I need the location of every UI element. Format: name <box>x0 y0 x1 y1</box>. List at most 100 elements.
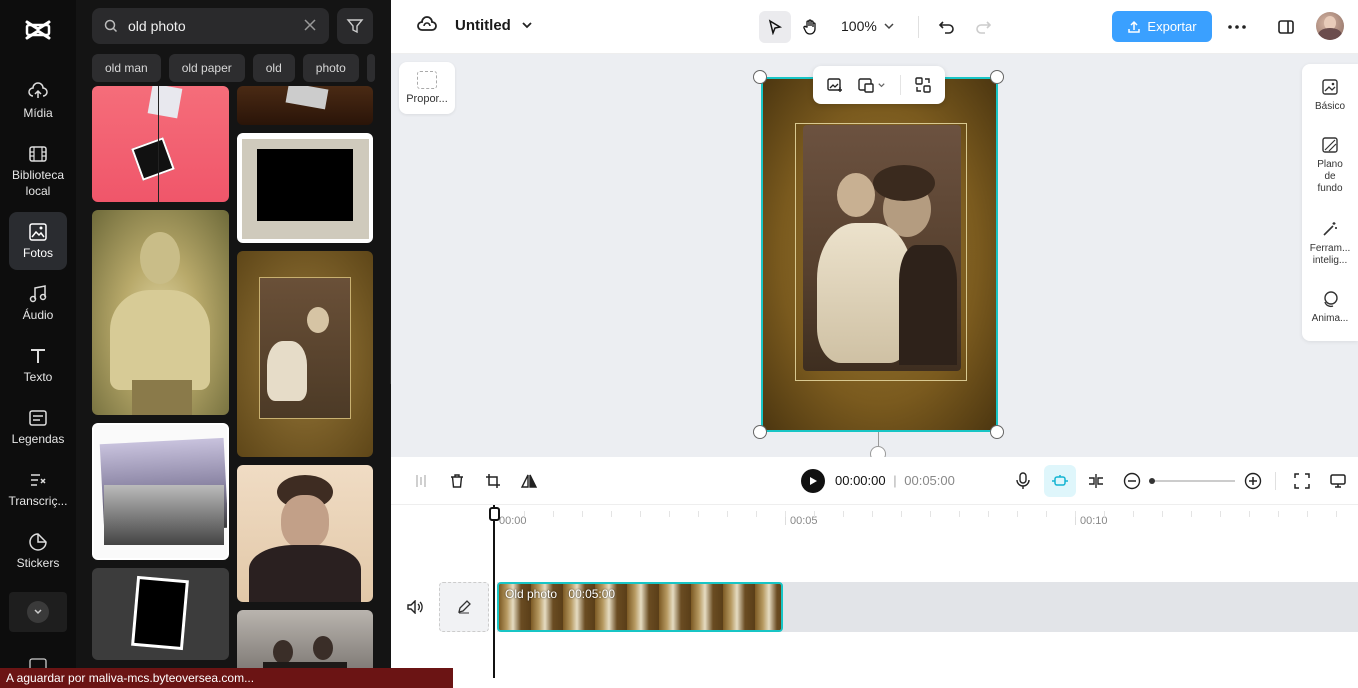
rail-item-audio[interactable]: Áudio <box>9 284 67 326</box>
auto-snap-toggle[interactable] <box>1044 465 1076 497</box>
timeline-clip-old-photo[interactable]: Old photo 00:05:00 <box>497 582 783 632</box>
panel-item-animation[interactable]: Anima... <box>1302 290 1358 325</box>
flip-icon <box>520 474 538 488</box>
photo-thumb-pink-polaroids[interactable] <box>92 86 229 202</box>
flip-button[interactable] <box>519 471 539 491</box>
record-voice-button[interactable] <box>1013 471 1033 491</box>
monitor-icon <box>1330 474 1346 488</box>
crop-dropdown[interactable] <box>857 76 886 94</box>
replace-image-icon[interactable] <box>826 76 844 94</box>
chevron-down-icon <box>884 23 894 30</box>
project-menu[interactable]: Untitled <box>417 16 533 34</box>
close-icon[interactable] <box>303 18 317 32</box>
timeline-zoom-slider[interactable] <box>1149 478 1235 484</box>
photo-thumb-man-portrait[interactable] <box>92 210 229 415</box>
search-input[interactable] <box>128 18 288 34</box>
panel-item-label: Básico <box>1314 101 1345 112</box>
transform-icon[interactable] <box>914 76 932 94</box>
search-icon <box>104 19 118 33</box>
photo-thumb-wood-photos[interactable] <box>237 86 373 125</box>
ruler-minor-ticks <box>495 511 1358 517</box>
rail-expand-button[interactable] <box>9 592 67 632</box>
split-icon <box>416 475 426 487</box>
filter-icon <box>346 19 364 34</box>
fit-timeline-button[interactable] <box>1292 471 1312 491</box>
hand-tool-button[interactable] <box>795 11 827 43</box>
clip-name: Old photo 00:05:00 <box>505 587 616 601</box>
playhead[interactable] <box>493 505 495 678</box>
rail-item-transcription[interactable]: Transcriç... <box>9 470 67 512</box>
rail-item-label: Áudio <box>22 308 54 322</box>
rail-item-text[interactable]: Texto <box>9 346 67 388</box>
chip-more[interactable] <box>366 54 375 82</box>
panel-item-basic[interactable]: Básico <box>1302 78 1358 113</box>
upload-icon <box>1128 20 1141 33</box>
cloud-sync-icon <box>417 16 437 31</box>
magnet-snap-icon <box>1052 475 1068 486</box>
chip-photo[interactable]: photo <box>302 54 359 82</box>
rail-item-media[interactable]: Mídia <box>9 82 67 124</box>
chevron-down-icon <box>522 22 532 29</box>
split-scene-button[interactable] <box>1086 471 1106 491</box>
resize-handle-bottom-right[interactable] <box>990 425 1004 439</box>
background-icon <box>1322 137 1338 153</box>
photo-thumb-empty-frame[interactable] <box>237 133 373 243</box>
redo-button[interactable] <box>967 11 999 43</box>
rail-item-captions[interactable]: Legendas <box>9 408 67 450</box>
export-label: Exportar <box>1147 19 1197 34</box>
chip-old-paper[interactable]: old paper <box>168 54 245 82</box>
canvas-selected-photo[interactable] <box>761 77 998 432</box>
rail-item-photos[interactable]: Fotos <box>9 212 67 270</box>
preview-monitor-button[interactable] <box>1328 471 1348 491</box>
more-options-button[interactable] <box>1221 11 1253 43</box>
chip-old-man[interactable]: old man <box>92 54 161 82</box>
fullscreen-icon <box>1294 473 1310 489</box>
panel-item-background[interactable]: Plano de fundo <box>1302 136 1358 195</box>
text-icon <box>31 349 45 363</box>
rail-item-stickers[interactable]: Stickers <box>9 532 67 574</box>
track-cover-button[interactable] <box>439 582 489 632</box>
playhead-handle[interactable] <box>489 507 500 521</box>
resize-handle-top-right[interactable] <box>990 70 1004 84</box>
top-bar: Untitled 100% Exportar <box>391 0 1358 54</box>
photo-thumb-stacked-photos[interactable] <box>92 423 229 560</box>
rail-item-label: Transcriç... <box>8 494 68 508</box>
layout-toggle-button[interactable] <box>1270 11 1302 43</box>
microphone-icon <box>1016 472 1030 489</box>
current-time: 00:00:00 <box>835 473 886 488</box>
time-display: 00:00:00 | 00:05:00 <box>835 473 955 488</box>
export-button[interactable]: Exportar <box>1112 11 1212 42</box>
panel-item-label: Anima... <box>1311 313 1349 324</box>
zoom-dropdown[interactable]: 100% <box>841 18 895 34</box>
mute-audio-icon[interactable] <box>407 600 423 614</box>
rail-item-label: Fotos <box>22 246 53 260</box>
resize-handle-top-left[interactable] <box>753 70 767 84</box>
sticker-icon <box>29 533 47 551</box>
photo-thumb-black-frame[interactable] <box>92 568 229 660</box>
capcut-logo-icon <box>25 20 51 40</box>
panel-item-label: Ferram... intelig... <box>1309 243 1351 266</box>
transcript-icon <box>31 474 46 486</box>
rail-item-label: Biblioteca local <box>11 168 65 198</box>
select-tool-button[interactable] <box>759 11 791 43</box>
basic-icon <box>1322 79 1338 95</box>
aspect-ratio-button[interactable]: Propor... <box>399 62 455 114</box>
zoom-out-button[interactable] <box>1122 471 1142 491</box>
photo-thumb-old-photo-mother-daughter[interactable] <box>237 251 373 457</box>
crop-button[interactable] <box>483 471 503 491</box>
delete-button[interactable] <box>447 471 467 491</box>
zoom-slider-knob[interactable] <box>1149 478 1155 484</box>
filter-button[interactable] <box>337 8 373 44</box>
resize-handle-bottom-left[interactable] <box>753 425 767 439</box>
play-button[interactable] <box>801 469 825 493</box>
panel-item-smart-tools[interactable]: Ferram... intelig... <box>1302 220 1358 267</box>
rail-item-local-library[interactable]: Biblioteca local <box>9 144 67 200</box>
chip-old[interactable]: old <box>252 54 295 82</box>
photo-image <box>803 125 961 371</box>
undo-icon <box>938 21 954 34</box>
split-button[interactable] <box>411 471 431 491</box>
photo-thumb-woman-portrait[interactable] <box>237 465 373 602</box>
undo-button[interactable] <box>931 11 963 43</box>
user-avatar[interactable] <box>1316 12 1344 40</box>
zoom-in-button[interactable] <box>1243 471 1263 491</box>
